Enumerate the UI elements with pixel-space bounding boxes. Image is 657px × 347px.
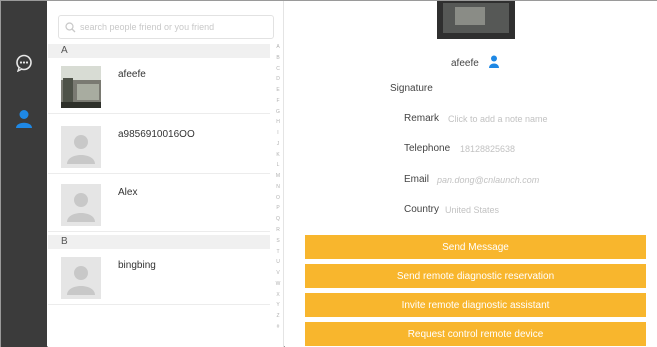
person-icon (16, 110, 32, 128)
contact-list-panel: A afeefe a985691001 (48, 1, 284, 347)
signature-label: Signature (390, 83, 433, 94)
alphabet-index-letter[interactable]: L (277, 163, 280, 168)
alphabet-index-letter[interactable]: C (276, 66, 280, 72)
section-header-a: A (48, 44, 270, 58)
telephone-label: Telephone (404, 143, 451, 154)
alphabet-index-letter[interactable]: M (276, 174, 280, 179)
email-label: Email (404, 174, 430, 185)
profile-name: afeefe (451, 58, 479, 69)
alphabet-index-letter[interactable]: U (276, 260, 280, 265)
contact-detail-panel: afeefe Signature Remark Click to add a n… (285, 1, 657, 347)
alphabet-index-letter[interactable]: K (276, 152, 279, 158)
alphabet-index-letter[interactable]: Y (276, 303, 279, 308)
contact-row[interactable]: bingbing (48, 249, 270, 305)
alphabet-index-letter[interactable]: Q (276, 217, 280, 222)
alphabet-index-letter[interactable]: G (276, 109, 280, 115)
search-icon (65, 21, 76, 32)
alphabet-index-letter[interactable]: T (276, 249, 279, 255)
avatar-photo (61, 66, 101, 108)
alphabet-index-letter[interactable]: V (276, 271, 279, 276)
chat-bubble-icon (16, 54, 32, 72)
profile-photo (437, 1, 515, 39)
country-label: Country (404, 204, 440, 215)
alphabet-index-letter[interactable]: B (276, 55, 279, 61)
contact-row[interactable]: a9856910016OO (48, 118, 270, 174)
nav-contacts-button[interactable] (1, 99, 47, 139)
contact-name: a9856910016OO (118, 129, 195, 140)
send-remote-diagnostic-reservation-button[interactable]: Send remote diagnostic reservation (305, 264, 646, 288)
alphabet-index-letter[interactable]: J (277, 141, 280, 147)
nav-chat-button[interactable] (1, 43, 47, 83)
alphabet-index-letter[interactable]: O (276, 195, 280, 201)
alphabet-index-letter[interactable]: E (276, 88, 279, 93)
alphabet-index-letter[interactable]: D (276, 77, 280, 82)
contact-row[interactable]: Alex (48, 176, 270, 232)
send-message-button[interactable]: Send Message (305, 235, 646, 259)
email-value: pan.dong@cnlaunch.com (437, 175, 540, 185)
contact-name: afeefe (118, 69, 146, 80)
alphabet-index-letter[interactable]: Z (276, 314, 279, 319)
default-avatar-icon (61, 126, 101, 168)
default-avatar-icon (61, 257, 101, 299)
alphabet-index-letter[interactable]: X (276, 292, 279, 298)
telephone-value: 18128825638 (460, 144, 516, 154)
request-control-remote-device-button[interactable]: Request control remote device (305, 322, 646, 346)
section-header-b: B (48, 235, 270, 249)
invite-remote-diagnostic-assistant-button[interactable]: Invite remote diagnostic assistant (305, 293, 646, 317)
alphabet-index-letter[interactable]: F (276, 98, 279, 104)
alphabet-index-bar[interactable]: A B C D E F G H I J K L M N O P Q R S T U V W X Y Z # (273, 45, 283, 330)
alphabet-index-letter[interactable]: S (276, 238, 279, 244)
country-value: United States (445, 205, 500, 215)
remark-label: Remark (404, 113, 440, 124)
alphabet-index-letter[interactable]: P (276, 206, 279, 211)
alphabet-index-letter[interactable]: W (276, 281, 281, 287)
default-avatar-icon (61, 184, 101, 226)
contact-name: bingbing (118, 260, 156, 271)
alphabet-index-letter[interactable]: I (277, 131, 278, 136)
contact-name: Alex (118, 187, 138, 198)
remark-value[interactable]: Click to add a note name (448, 114, 548, 124)
alphabet-index-letter[interactable]: N (276, 184, 280, 190)
alphabet-index-letter[interactable]: A (276, 45, 279, 50)
search-bar[interactable] (58, 15, 274, 39)
alphabet-index-letter[interactable]: # (277, 324, 280, 330)
search-input[interactable] (80, 22, 265, 32)
sidebar (1, 1, 47, 347)
alphabet-index-letter[interactable]: R (276, 228, 280, 233)
app-window: A afeefe a985691001 (0, 0, 657, 347)
contact-row[interactable]: afeefe (48, 58, 270, 114)
male-person-icon (489, 55, 499, 68)
alphabet-index-letter[interactable]: H (276, 120, 280, 125)
